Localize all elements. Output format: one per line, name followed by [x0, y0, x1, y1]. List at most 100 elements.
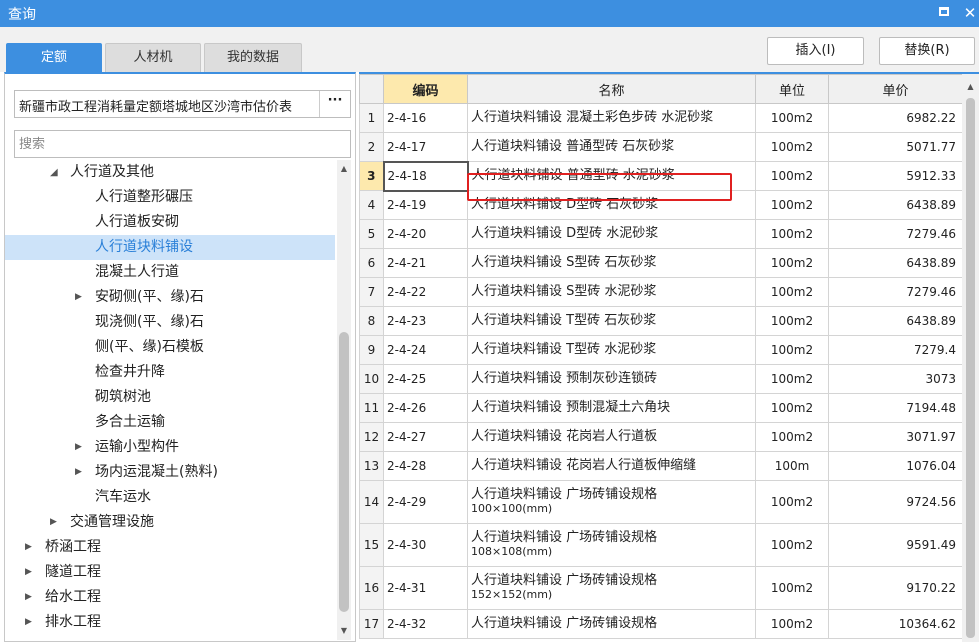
name-cell[interactable]: 人行道块料铺设 普通型砖 石灰砂浆 — [467, 132, 756, 162]
table-row[interactable]: 7 2-4-22 人行道块料铺设 S型砖 水泥砂浆 100m2 7279.46 — [359, 277, 963, 307]
price-cell[interactable]: 7279.4 — [828, 335, 963, 365]
row-number[interactable]: 10 — [359, 364, 384, 394]
unit-cell[interactable]: 100m2 — [755, 161, 829, 191]
table-scrollbar[interactable]: ▲ — [962, 74, 979, 642]
row-number[interactable]: 11 — [359, 393, 384, 423]
row-number[interactable]: 3 — [359, 161, 384, 191]
price-cell[interactable]: 9170.22 — [828, 566, 963, 610]
unit-cell[interactable]: 100m2 — [755, 219, 829, 249]
unit-cell[interactable]: 100m2 — [755, 335, 829, 365]
library-selector[interactable]: 新疆市政工程消耗量定额塔城地区沙湾市估价表 ··· — [14, 90, 351, 118]
table-row[interactable]: 13 2-4-28 人行道块料铺设 花岗岩人行道板伸缩缝 100m 1076.04 — [359, 451, 963, 481]
unit-cell[interactable]: 100m2 — [755, 306, 829, 336]
row-number[interactable]: 12 — [359, 422, 384, 452]
name-cell[interactable]: 人行道块料铺设 预制灰砂连锁砖 — [467, 364, 756, 394]
name-cell[interactable]: 人行道块料铺设 S型砖 水泥砂浆 — [467, 277, 756, 307]
table-row[interactable]: 16 2-4-31 人行道块料铺设 广场砖铺设规格 152×152(mm) 100m2 9… — [359, 566, 963, 610]
tree-item[interactable]: ▶ 安砌侧(平、缘)石 — [5, 285, 335, 310]
name-column-header[interactable]: 名称 — [467, 74, 756, 104]
unit-cell[interactable]: 100m2 — [755, 132, 829, 162]
name-cell[interactable]: 人行道块料铺设 花岗岩人行道板伸缩缝 — [467, 451, 756, 481]
name-cell[interactable]: 人行道块料铺设 T型砖 水泥砂浆 — [467, 335, 756, 365]
tree-scrollbar[interactable]: ▲ ▼ — [337, 160, 351, 640]
unit-cell[interactable]: 100m2 — [755, 190, 829, 220]
collapse-arrow-icon[interactable]: ◢ — [50, 160, 58, 185]
name-cell[interactable]: 人行道块料铺设 普通型砖 水泥砂浆 — [467, 161, 756, 191]
table-row[interactable]: 1 2-4-16 人行道块料铺设 混凝土彩色步砖 水泥砂浆 100m2 6982.22 — [359, 103, 963, 133]
tree-item[interactable]: 人行道板安砌 — [5, 210, 335, 235]
name-cell[interactable]: 人行道块料铺设 广场砖铺设规格 100×100(mm) — [467, 480, 756, 524]
table-row[interactable]: 3 2-4-18 人行道块料铺设 普通型砖 水泥砂浆 100m2 5912.33 — [359, 160, 963, 192]
unit-cell[interactable]: 100m2 — [755, 609, 829, 639]
table-row[interactable]: 12 2-4-27 人行道块料铺设 花岗岩人行道板 100m2 3071.97 — [359, 422, 963, 452]
row-number[interactable]: 6 — [359, 248, 384, 278]
table-row[interactable]: 5 2-4-20 人行道块料铺设 D型砖 水泥砂浆 100m2 7279.46 — [359, 219, 963, 249]
code-cell[interactable]: 2-4-19 — [383, 190, 468, 220]
table-row[interactable]: 9 2-4-24 人行道块料铺设 T型砖 水泥砂浆 100m2 7279.4 — [359, 335, 963, 365]
tree-item[interactable]: ▶ 运输小型构件 — [5, 435, 335, 460]
table-row[interactable]: 8 2-4-23 人行道块料铺设 T型砖 石灰砂浆 100m2 6438.89 — [359, 306, 963, 336]
tree-item[interactable]: 人行道块料铺设 — [5, 235, 335, 260]
price-cell[interactable]: 6438.89 — [828, 248, 963, 278]
tree-item[interactable]: ▶ 桥涵工程 — [5, 535, 335, 560]
table-scroll-thumb[interactable] — [966, 98, 975, 638]
price-cell[interactable]: 3073 — [828, 364, 963, 394]
row-number[interactable]: 9 — [359, 335, 384, 365]
tab-my-data[interactable]: 我的数据 — [204, 43, 302, 72]
name-cell[interactable]: 人行道块料铺设 花岗岩人行道板 — [467, 422, 756, 452]
expand-arrow-icon[interactable]: ▶ — [25, 535, 32, 560]
table-scroll-up-icon[interactable]: ▲ — [962, 82, 979, 94]
price-cell[interactable]: 7194.48 — [828, 393, 963, 423]
price-cell[interactable]: 10364.62 — [828, 609, 963, 639]
price-cell[interactable]: 6438.89 — [828, 190, 963, 220]
row-number[interactable]: 7 — [359, 277, 384, 307]
code-cell[interactable]: 2-4-31 — [383, 566, 468, 610]
code-cell[interactable]: 2-4-18 — [382, 160, 469, 192]
row-number[interactable]: 5 — [359, 219, 384, 249]
table-row[interactable]: 17 2-4-32 人行道块料铺设 广场砖铺设规格 100m2 10364.62 — [359, 609, 963, 639]
row-number[interactable]: 17 — [359, 609, 384, 639]
price-cell[interactable]: 5912.33 — [828, 161, 963, 191]
code-cell[interactable]: 2-4-26 — [383, 393, 468, 423]
insert-button[interactable]: 插入(I) — [767, 37, 864, 65]
tab-quota[interactable]: 定额 — [6, 43, 102, 72]
tree-item[interactable]: 混凝土人行道 — [5, 260, 335, 285]
code-cell[interactable]: 2-4-16 — [383, 103, 468, 133]
more-options-button[interactable]: ··· — [319, 91, 350, 117]
code-cell[interactable]: 2-4-23 — [383, 306, 468, 336]
row-number[interactable]: 14 — [359, 480, 384, 524]
unit-cell[interactable]: 100m2 — [755, 277, 829, 307]
code-cell[interactable]: 2-4-22 — [383, 277, 468, 307]
replace-button[interactable]: 替换(R) — [879, 37, 975, 65]
table-row[interactable]: 2 2-4-17 人行道块料铺设 普通型砖 石灰砂浆 100m2 5071.77 — [359, 132, 963, 162]
expand-arrow-icon[interactable]: ▶ — [25, 610, 32, 635]
price-cell[interactable]: 6438.89 — [828, 306, 963, 336]
close-icon[interactable]: ✕ — [960, 3, 979, 23]
price-cell[interactable]: 9591.49 — [828, 523, 963, 567]
tree-item[interactable]: 现浇侧(平、缘)石 — [5, 310, 335, 335]
tree-item[interactable]: 汽车运水 — [5, 485, 335, 510]
tree-item[interactable]: ▶ 排水工程 — [5, 610, 335, 635]
price-cell[interactable]: 7279.46 — [828, 219, 963, 249]
unit-cell[interactable]: 100m2 — [755, 523, 829, 567]
price-cell[interactable]: 5071.77 — [828, 132, 963, 162]
name-cell[interactable]: 人行道块料铺设 广场砖铺设规格 — [467, 609, 756, 639]
maximize-icon[interactable] — [934, 3, 954, 23]
row-number[interactable]: 8 — [359, 306, 384, 336]
tree-item[interactable]: ▶ 给水工程 — [5, 585, 335, 610]
price-cell[interactable]: 1076.04 — [828, 451, 963, 481]
row-number[interactable]: 16 — [359, 566, 384, 610]
unit-cell[interactable]: 100m2 — [755, 103, 829, 133]
price-cell[interactable]: 3071.97 — [828, 422, 963, 452]
code-cell[interactable]: 2-4-28 — [383, 451, 468, 481]
unit-column-header[interactable]: 单位 — [755, 74, 829, 104]
code-cell[interactable]: 2-4-20 — [383, 219, 468, 249]
tree-item[interactable]: 检查井升降 — [5, 360, 335, 385]
unit-cell[interactable]: 100m2 — [755, 422, 829, 452]
expand-arrow-icon[interactable]: ▶ — [75, 460, 82, 485]
unit-cell[interactable]: 100m2 — [755, 248, 829, 278]
scroll-down-icon[interactable]: ▼ — [337, 624, 351, 638]
unit-cell[interactable]: 100m2 — [755, 566, 829, 610]
table-row[interactable]: 6 2-4-21 人行道块料铺设 S型砖 石灰砂浆 100m2 6438.89 — [359, 248, 963, 278]
table-row[interactable]: 15 2-4-30 人行道块料铺设 广场砖铺设规格 108×108(mm) 100m2 9… — [359, 523, 963, 567]
